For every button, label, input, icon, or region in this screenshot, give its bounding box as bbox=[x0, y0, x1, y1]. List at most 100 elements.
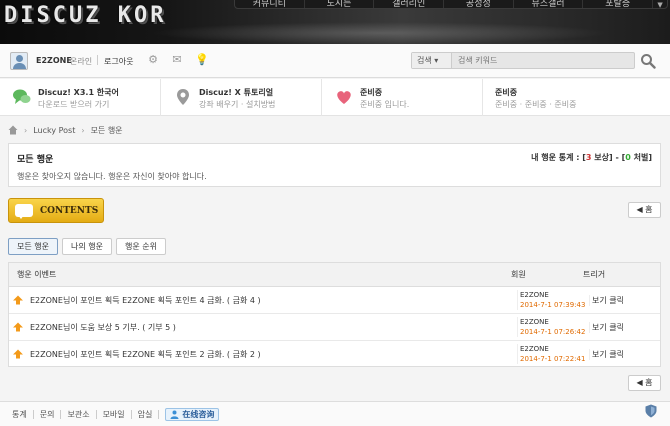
promo-title: 준비중 bbox=[360, 88, 383, 97]
member-name[interactable]: E2ZONE bbox=[520, 317, 585, 327]
breadcrumb-separator: › bbox=[81, 125, 85, 135]
footer-link-darkroom[interactable]: 암실 bbox=[138, 409, 153, 420]
online-status: 온라인 bbox=[70, 57, 93, 66]
tab-bar: 모든 행운 나의 행운 행운 순위 bbox=[8, 238, 166, 255]
view-click-link[interactable]: 보기 클릭 bbox=[589, 349, 624, 360]
top-nav-item[interactable]: 갤러리인 bbox=[374, 0, 445, 8]
member-name[interactable]: E2ZONE bbox=[520, 290, 585, 300]
tab-all-lucky[interactable]: 모든 행운 bbox=[8, 238, 58, 255]
page-description: 행운은 찾아오지 않습니다. 행운은 자신이 찾아야 합니다. bbox=[17, 172, 207, 181]
promo-item[interactable]: 준비중 준비중 입니다. bbox=[322, 79, 483, 116]
lucky-stats: 내 행운 통계 : [3 보상] - [0 처벌] bbox=[531, 152, 652, 163]
event-text: E2ZONE님이 도움 보상 5 기부. ( 기부 5 ) bbox=[30, 323, 176, 332]
person-icon bbox=[170, 410, 179, 419]
tab-lucky-ranking[interactable]: 행운 순위 bbox=[115, 238, 166, 255]
top-nav-item[interactable]: 커뮤니티 bbox=[235, 0, 305, 8]
up-arrow-icon bbox=[13, 322, 23, 332]
search-input[interactable] bbox=[458, 55, 628, 66]
member-cell: E2ZONE 2014-7-1 07:22:41 bbox=[517, 344, 585, 364]
tab-my-lucky[interactable]: 나의 행운 bbox=[61, 238, 112, 255]
table-header: 행운 이벤트 회원 트리거 bbox=[9, 263, 660, 287]
reward-label: 보상 bbox=[594, 153, 610, 162]
up-arrow-icon bbox=[13, 295, 23, 305]
search-icon[interactable] bbox=[640, 53, 656, 69]
event-time: 2014-7-1 07:22:41 bbox=[520, 355, 586, 363]
promo-item[interactable]: Discuz! X3.1 한국어 다운로드 받으러 가기 bbox=[0, 79, 161, 116]
site-logo[interactable]: DISCUZ KOR bbox=[4, 3, 166, 28]
divider bbox=[158, 410, 160, 419]
gear-icon[interactable]: ⚙ bbox=[147, 54, 159, 66]
username[interactable]: E2ZONE bbox=[36, 56, 72, 65]
top-nav-item[interactable]: 포탈증 bbox=[583, 0, 654, 8]
member-cell: E2ZONE 2014-7-1 07:39:43 bbox=[517, 290, 585, 310]
breadcrumb-separator: › bbox=[24, 125, 28, 135]
contents-button[interactable]: CONTENTS bbox=[8, 198, 104, 223]
event-time: 2014-7-1 07:26:42 bbox=[520, 328, 586, 336]
footer-link-contact[interactable]: 문의 bbox=[40, 409, 55, 420]
member-cell: E2ZONE 2014-7-1 07:26:42 bbox=[517, 317, 585, 337]
top-nav-item[interactable]: 공성성 bbox=[444, 0, 514, 8]
shield-icon[interactable] bbox=[645, 404, 657, 418]
footer-link-mobile[interactable]: 모바일 bbox=[103, 409, 125, 420]
view-click-link[interactable]: 보기 클릭 bbox=[589, 295, 624, 306]
top-nav: 커뮤니티 도시는 갤러리인 공성성 뮤즈갤러 포탈증 ▼ bbox=[234, 0, 668, 9]
penalty-count: 0 bbox=[625, 153, 631, 162]
breadcrumb-item[interactable]: 모든 행운 bbox=[91, 125, 123, 136]
column-header-member: 회원 bbox=[511, 270, 526, 279]
chat-bubbles-icon bbox=[13, 89, 31, 104]
penalty-label: 처벌 bbox=[633, 153, 649, 162]
divider bbox=[60, 410, 62, 419]
speech-bubble-icon bbox=[15, 204, 33, 219]
breadcrumb-item[interactable]: Lucky Post bbox=[33, 126, 75, 135]
member-name[interactable]: E2ZONE bbox=[520, 344, 585, 354]
view-click-link[interactable]: 보기 클릭 bbox=[589, 322, 624, 333]
up-arrow-icon bbox=[13, 349, 23, 359]
search-bar: 검색 ▾ bbox=[411, 52, 635, 69]
promo-subtitle: 강좌 배우기 · 설치방법 bbox=[199, 100, 276, 109]
promo-title: 준비중 bbox=[495, 88, 518, 97]
table-row: E2ZONE님이 도움 보상 5 기부. ( 기부 5 ) E2ZONE 201… bbox=[9, 314, 660, 341]
search-scope-label: 검색 bbox=[417, 56, 432, 65]
event-text: E2ZONE님이 포인트 획득 E2ZONE 획득 포인트 4 금화. ( 금화… bbox=[30, 296, 261, 305]
chevron-down-icon[interactable]: ▼ bbox=[653, 0, 667, 9]
event-text: E2ZONE님이 포인트 획득 E2ZONE 획득 포인트 2 금화. ( 금화… bbox=[30, 350, 261, 359]
page-title: 모든 행운 bbox=[17, 155, 54, 165]
mail-icon[interactable]: ✉ bbox=[171, 54, 183, 66]
divider bbox=[130, 410, 132, 419]
promo-subtitle: 다운로드 받으러 가기 bbox=[38, 100, 110, 109]
divider bbox=[95, 410, 97, 419]
stats-bracket: ] bbox=[648, 153, 652, 162]
contents-label: CONTENTS bbox=[40, 206, 99, 216]
logout-link[interactable]: 로그아웃 bbox=[104, 56, 133, 67]
online-consult-badge[interactable]: 在线咨询 bbox=[165, 408, 220, 421]
location-pin-icon bbox=[177, 89, 189, 105]
column-header-trigger: 트리거 bbox=[583, 270, 606, 279]
top-nav-item[interactable]: 뮤즈갤러 bbox=[514, 0, 584, 8]
table-row: E2ZONE님이 포인트 획득 E2ZONE 획득 포인트 4 금화. ( 금화… bbox=[9, 287, 660, 314]
search-scope-select[interactable]: 검색 ▾ bbox=[412, 53, 452, 68]
footer-link-stats[interactable]: 통계 bbox=[12, 409, 27, 420]
heart-icon bbox=[337, 91, 351, 104]
promo-item[interactable]: 준비중 준비중 · 준비중 · 준비중 bbox=[483, 79, 670, 116]
table-row: E2ZONE님이 포인트 획득 E2ZONE 획득 포인트 2 금화. ( 금화… bbox=[9, 341, 660, 368]
home-icon[interactable] bbox=[8, 125, 18, 135]
footer-link-archive[interactable]: 보관소 bbox=[67, 409, 89, 420]
promo-subtitle: 준비중 · 준비중 · 준비중 bbox=[495, 100, 577, 109]
event-time: 2014-7-1 07:39:43 bbox=[520, 301, 586, 309]
top-nav-item[interactable]: 도시는 bbox=[305, 0, 375, 8]
stats-bracket: ] - [ bbox=[609, 153, 626, 162]
promo-title: Discuz! X 튜토리얼 bbox=[199, 88, 274, 97]
back-button[interactable]: ◀ 홈 bbox=[628, 202, 661, 218]
lucky-info-box: 모든 행운 내 행운 통계 : [3 보상] - [0 처벌] 행운은 찾아오지… bbox=[8, 143, 661, 187]
promo-subtitle: 준비중 입니다. bbox=[360, 100, 410, 109]
stats-label: 내 행운 통계 : bbox=[531, 153, 580, 162]
bulb-icon[interactable]: 💡 bbox=[195, 54, 209, 66]
avatar[interactable] bbox=[10, 52, 28, 70]
promo-title: Discuz! X3.1 한국어 bbox=[38, 88, 119, 97]
breadcrumb: › Lucky Post › 모든 행운 bbox=[8, 124, 123, 136]
site-footer: 통계 문의 보관소 모바일 암실 在线咨询 bbox=[0, 401, 670, 426]
divider bbox=[32, 410, 34, 419]
promo-item[interactable]: Discuz! X 튜토리얼 강좌 배우기 · 설치방법 bbox=[161, 79, 322, 116]
back-button[interactable]: ◀ 홈 bbox=[628, 375, 661, 391]
lucky-table: 행운 이벤트 회원 트리거 E2ZONE님이 포인트 획득 E2ZONE 획득 … bbox=[8, 262, 661, 367]
